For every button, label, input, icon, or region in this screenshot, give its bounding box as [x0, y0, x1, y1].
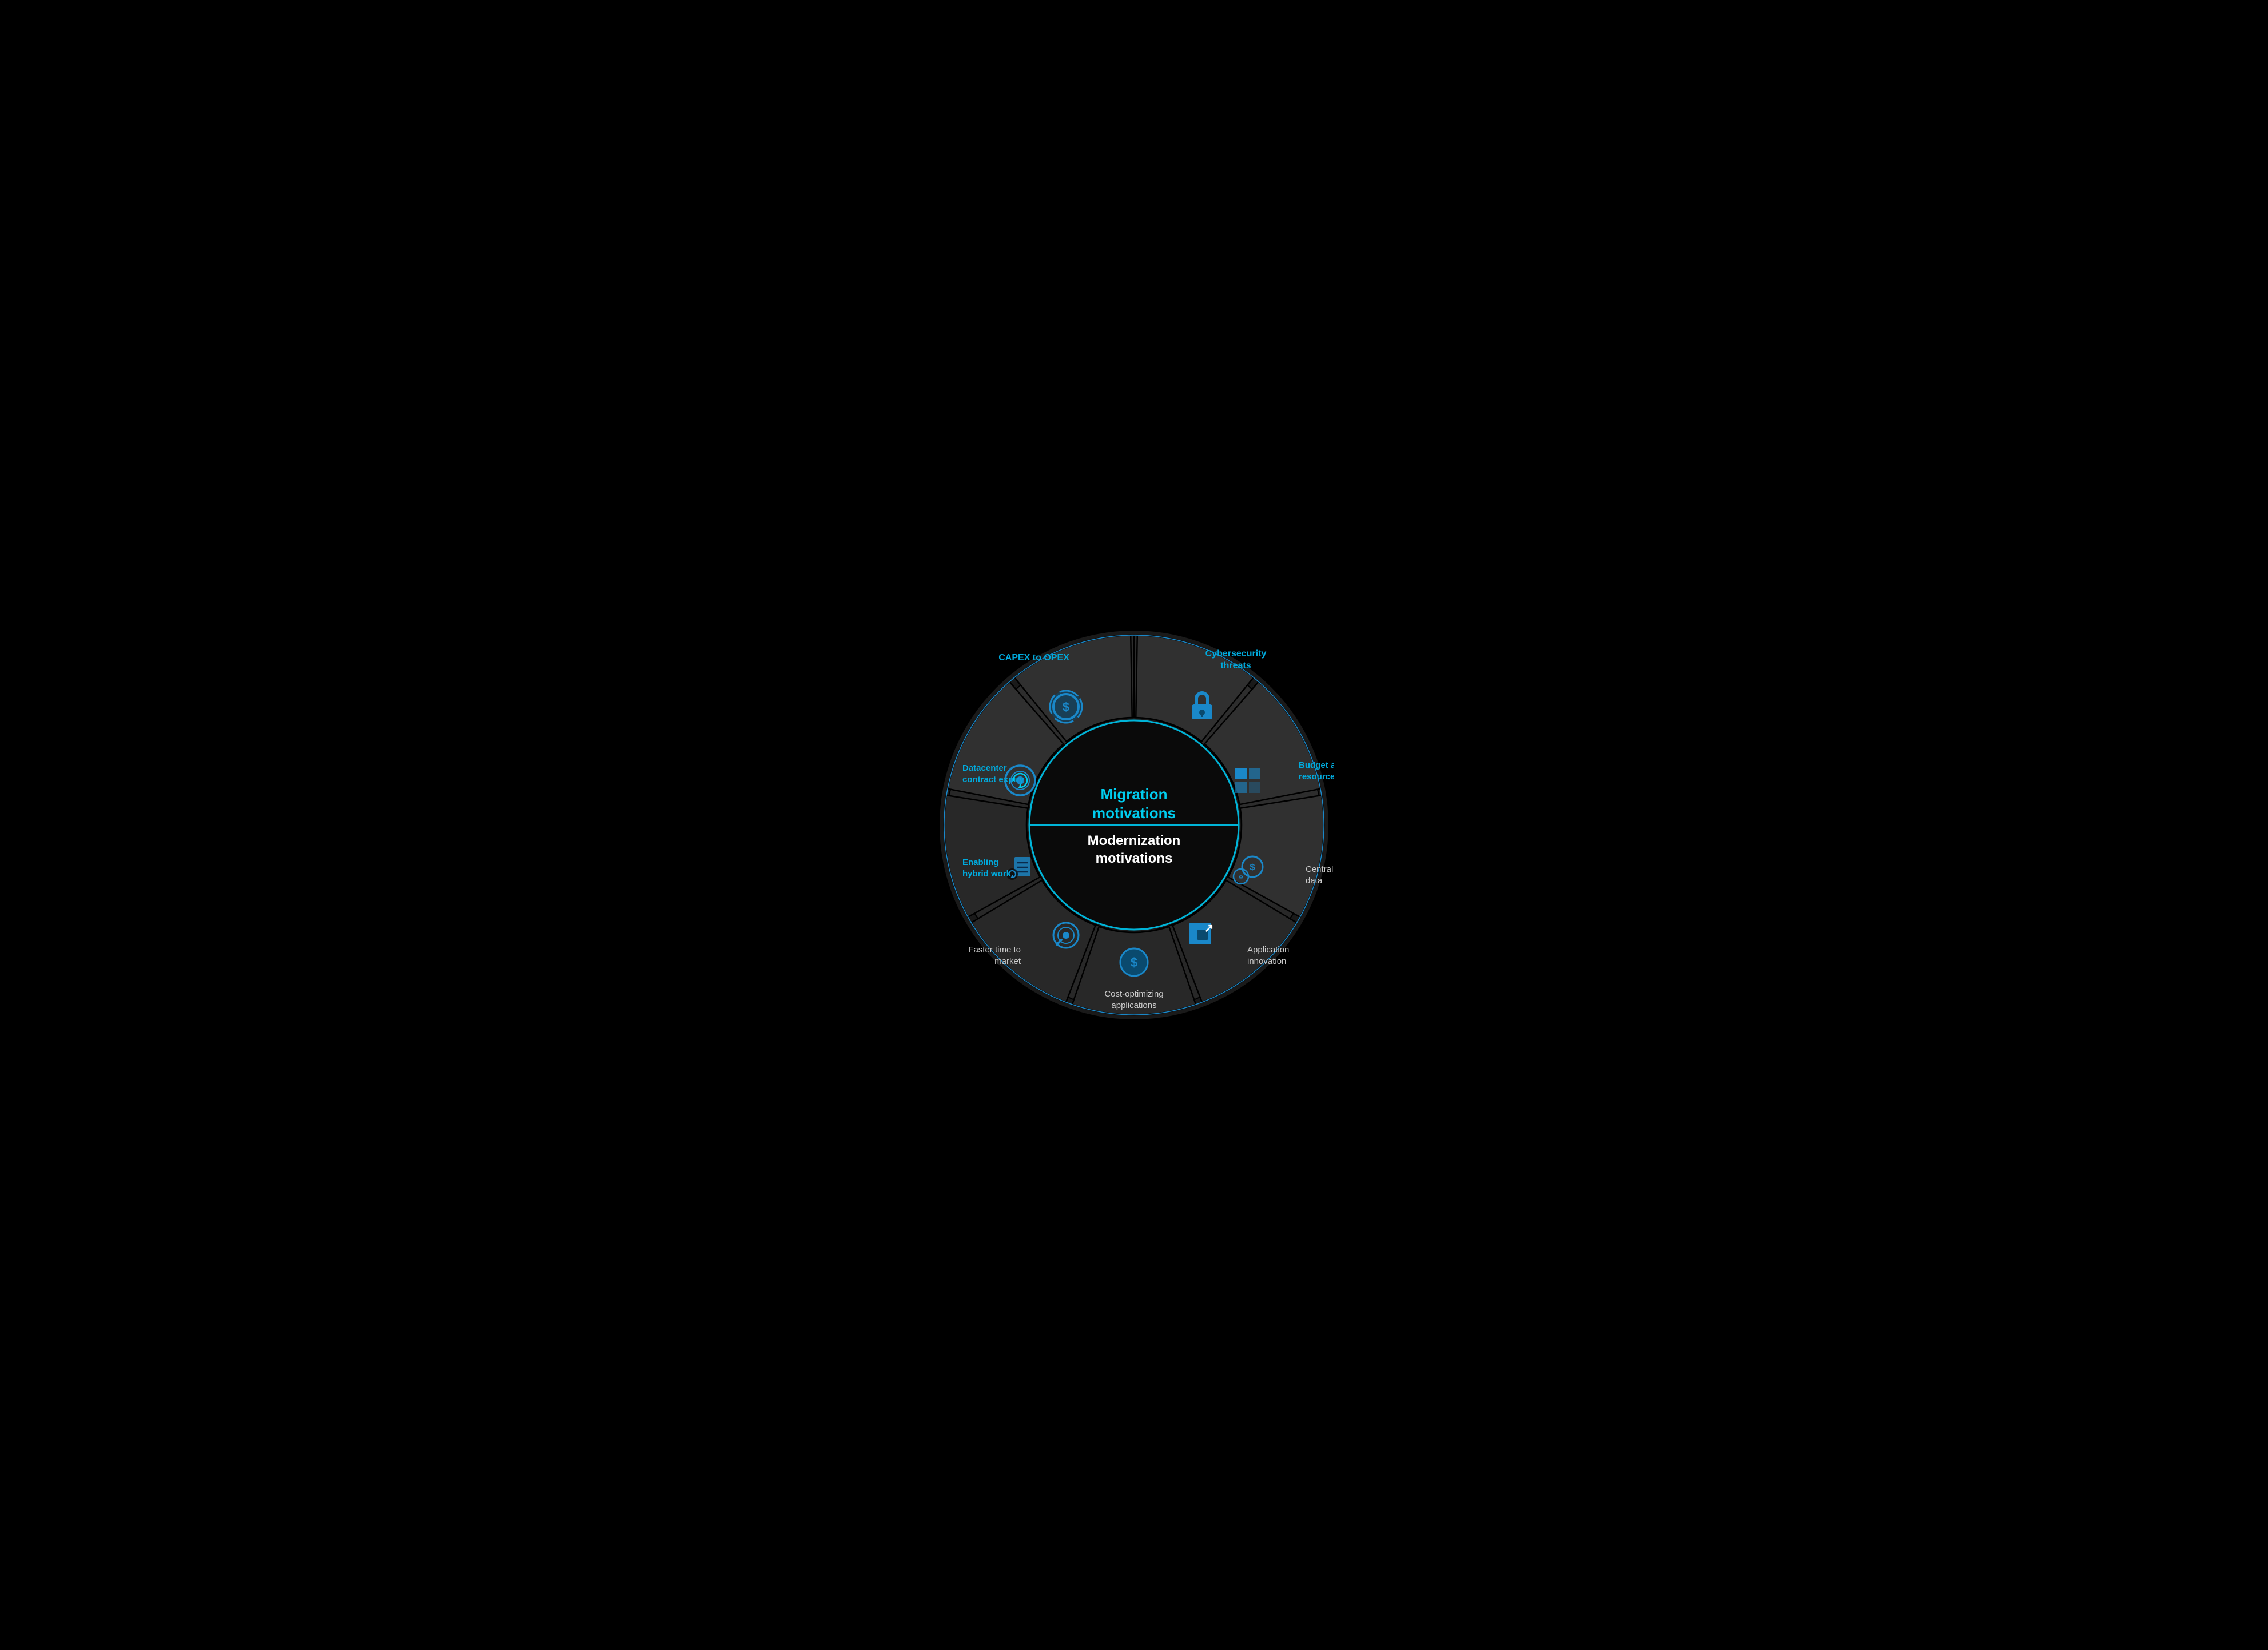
label-faster-time-2: market: [994, 956, 1021, 966]
label-budget: Budget and: [1299, 760, 1334, 770]
label-capex-opex: CAPEX to OPEX: [998, 653, 1069, 663]
migration-motivations-title: Migration: [1101, 786, 1168, 803]
modernization-motivations-title: Modernization: [1088, 833, 1181, 848]
diagram-container: Migration motivations Modernization moti…: [934, 625, 1334, 1025]
label-cybersecurity-2: threats: [1220, 661, 1251, 671]
svg-text:↗: ↗: [1204, 922, 1214, 935]
application-icon: ↗: [1189, 922, 1213, 944]
svg-text:$: $: [1131, 955, 1137, 970]
label-application: Application: [1247, 945, 1289, 955]
label-centralizing-2: data: [1306, 876, 1323, 886]
label-cybersecurity: Cybersecurity: [1205, 649, 1267, 659]
label-application-2: innovation: [1247, 956, 1286, 966]
modernization-motivations-subtitle: motivations: [1096, 851, 1173, 866]
label-faster-time: Faster time to: [968, 945, 1021, 955]
migration-motivations-subtitle: motivations: [1092, 804, 1176, 822]
label-hybrid-work-2: hybrid work: [962, 869, 1012, 879]
label-datacenter: Datacenter: [962, 763, 1007, 773]
label-datacenter-2: contract expiry: [962, 775, 1024, 784]
svg-text:$: $: [1063, 700, 1069, 714]
label-cost-optimizing: Cost-optimizing: [1104, 989, 1163, 999]
label-cost-optimizing-2: applications: [1111, 1001, 1156, 1010]
label-budget-2: resource constraints: [1299, 772, 1334, 782]
label-hybrid-work: Enabling: [962, 858, 998, 867]
svg-text:⚙: ⚙: [1239, 875, 1244, 881]
label-centralizing: Centralizing: [1306, 864, 1334, 874]
cost-optimizing-icon: $: [1120, 948, 1148, 976]
svg-text:$: $: [1250, 863, 1255, 872]
